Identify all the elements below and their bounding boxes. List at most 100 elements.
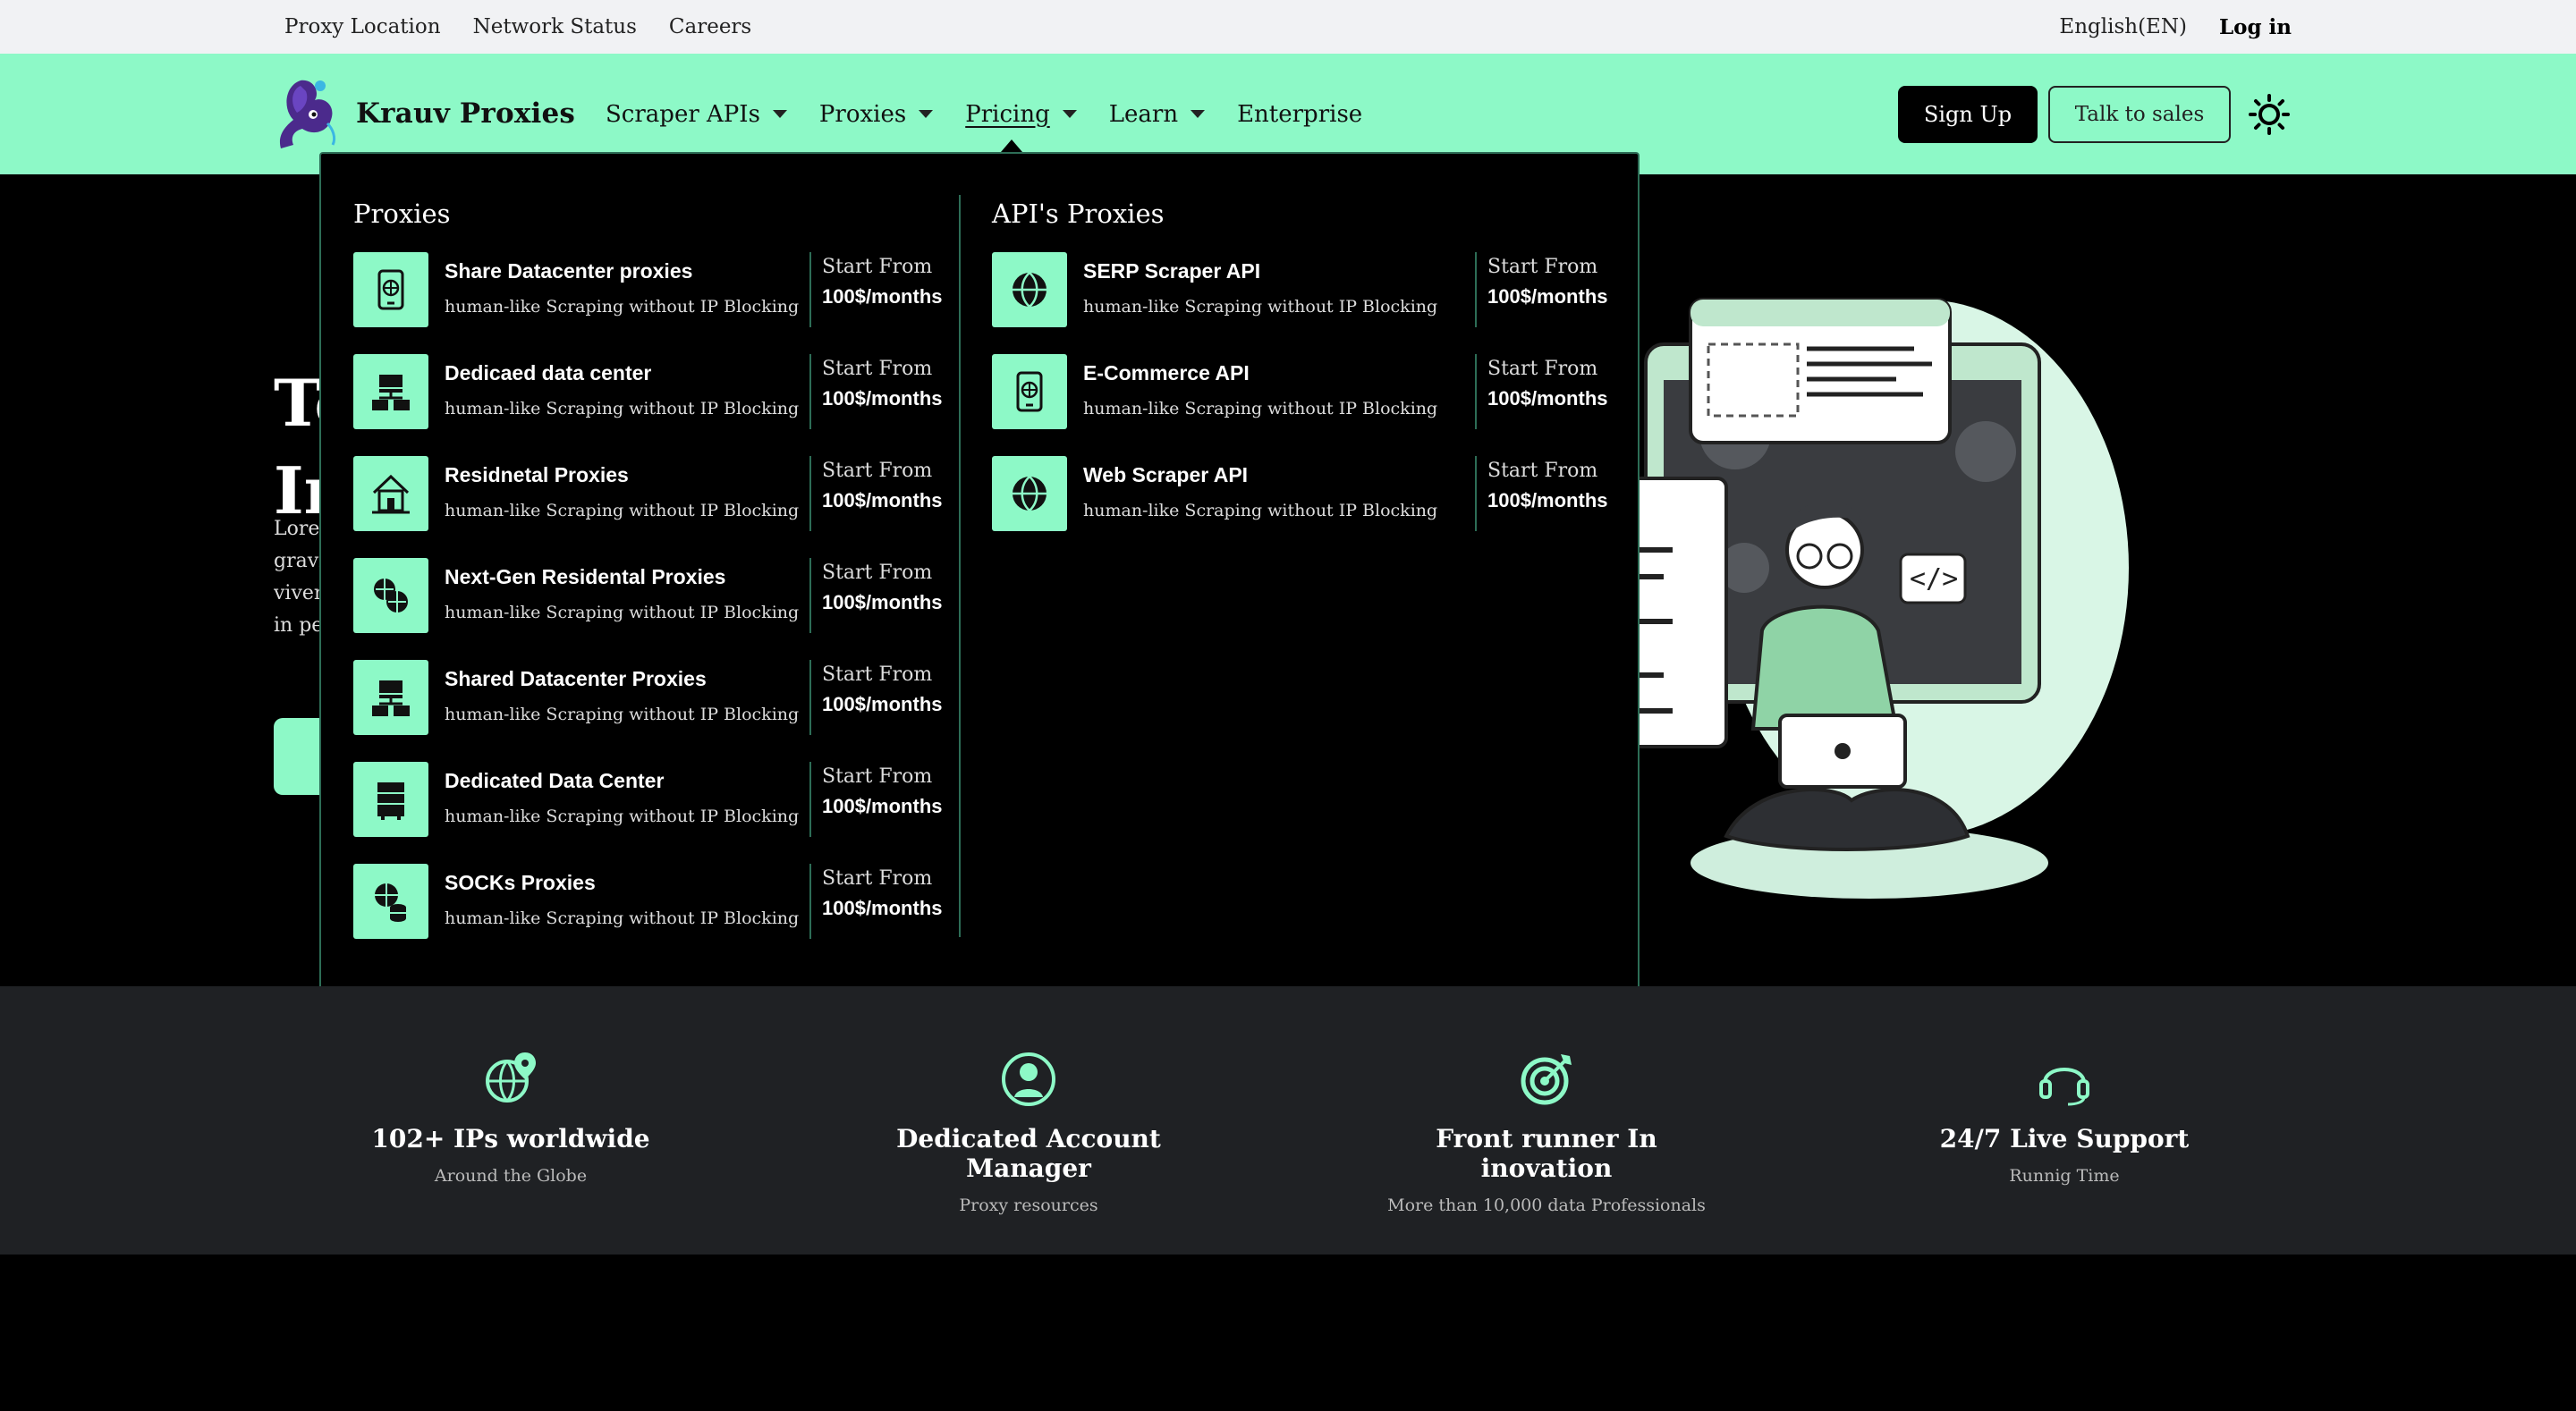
talk-to-sales-button[interactable]: Talk to sales — [2048, 86, 2231, 143]
caret-down-icon — [1191, 110, 1206, 118]
nav-label: Learn — [1108, 100, 1179, 128]
item-name: Share Datacenter proxies — [445, 259, 693, 283]
globe-database-icon — [353, 864, 428, 939]
price-value: 100$/months — [822, 795, 943, 817]
price-value: 100$/months — [1487, 285, 1608, 308]
menu-item-share-datacenter[interactable]: Share Datacenter proxies human-like Scra… — [353, 252, 970, 354]
nav-proxies[interactable]: Proxies — [818, 100, 934, 128]
nav-label: Proxies — [818, 100, 907, 128]
features-strip: 102+ IPs worldwide Around the Globe Dedi… — [0, 986, 2576, 1255]
nav-pricing[interactable]: Pricing — [965, 100, 1077, 152]
item-description: human-like Scraping without IP Blocking — [445, 705, 800, 724]
signup-button[interactable]: Sign Up — [1898, 86, 2038, 143]
item-name: Dedicated Data Center — [445, 769, 665, 792]
item-price: Start From 100$/months — [809, 354, 943, 429]
nav-label: Pricing — [965, 100, 1050, 128]
page-bottom — [0, 1255, 2576, 1411]
proxy-location-link[interactable]: Proxy Location — [284, 15, 441, 38]
item-price: Start From 100$/months — [809, 864, 943, 939]
menu-item-residnetal-proxies[interactable]: Residnetal Proxies human-like Scraping w… — [353, 456, 970, 558]
price-label: Start From — [1487, 256, 1598, 278]
feature-subtitle: More than 10,000 data Professionals — [1387, 1196, 1706, 1215]
item-name: Shared Datacenter Proxies — [445, 667, 707, 690]
phone-globe-icon — [992, 354, 1067, 429]
utility-bar: Proxy Location Network Status Careers En… — [0, 0, 2576, 54]
item-price: Start From 100$/months — [1475, 456, 1608, 531]
proxies-column: Proxies Share Datacenter proxies human-l… — [353, 199, 970, 966]
item-price: Start From 100$/months — [809, 252, 943, 327]
caret-down-icon — [772, 110, 787, 118]
item-price: Start From 100$/months — [809, 456, 943, 531]
price-value: 100$/months — [822, 693, 943, 715]
apis-heading: API's Proxies — [992, 199, 1165, 229]
price-label: Start From — [822, 562, 933, 584]
brand-name: Krauv Proxies — [356, 97, 576, 130]
price-value: 100$/months — [1487, 387, 1608, 410]
price-label: Start From — [822, 256, 933, 278]
nav-enterprise[interactable]: Enterprise — [1237, 101, 1362, 128]
item-price: Start From 100$/months — [1475, 252, 1608, 327]
menu-item-next-gen-residental[interactable]: Next-Gen Residental Proxies human-like S… — [353, 558, 970, 660]
globes-icon — [353, 558, 428, 633]
language-selector[interactable]: English(EN) — [2059, 15, 2187, 38]
logo[interactable]: Krauv Proxies — [274, 73, 575, 154]
logo-mascot-icon — [279, 80, 336, 148]
headset-icon — [2039, 1068, 2089, 1106]
item-description: human-like Scraping without IP Blocking — [445, 807, 800, 826]
price-value: 100$/months — [1487, 489, 1608, 511]
menu-item-shared-datacenter[interactable]: Shared Datacenter Proxies human-like Scr… — [353, 660, 970, 762]
feature-innovation: Front runner In inovation More than 10,0… — [1368, 986, 1725, 1215]
item-description: human-like Scraping without IP Blocking — [1083, 297, 1438, 317]
globe-pin-icon — [486, 1052, 536, 1103]
menu-item-dedicated-data-center[interactable]: Dedicated Data Center human-like Scrapin… — [353, 762, 970, 864]
item-name: Web Scraper API — [1083, 463, 1249, 486]
menu-item-dedicaed-data-center[interactable]: Dedicaed data center human-like Scraping… — [353, 354, 970, 456]
proxies-heading: Proxies — [353, 199, 451, 229]
price-label: Start From — [822, 358, 933, 380]
house-icon — [353, 456, 428, 531]
globe-icon — [992, 456, 1067, 531]
item-name: E-Commerce API — [1083, 361, 1250, 384]
item-description: human-like Scraping without IP Blocking — [445, 501, 800, 520]
menu-item-e-commerce-api[interactable]: E-Commerce API human-like Scraping witho… — [992, 354, 1609, 456]
item-description: human-like Scraping without IP Blocking — [445, 297, 800, 317]
server-network-icon — [353, 354, 428, 429]
caret-down-icon — [1062, 110, 1077, 118]
feature-subtitle: Runnig Time — [2009, 1166, 2120, 1186]
target-icon — [1521, 1054, 1572, 1105]
pricing-mega-menu: Proxies Share Datacenter proxies human-l… — [319, 152, 1640, 993]
item-description: human-like Scraping without IP Blocking — [445, 603, 800, 622]
nav-scraper-apis[interactable]: Scraper APIs — [606, 101, 787, 128]
price-value: 100$/months — [822, 489, 943, 511]
careers-link[interactable]: Careers — [669, 15, 751, 38]
item-name: SERP Scraper API — [1083, 259, 1261, 283]
network-status-link[interactable]: Network Status — [473, 15, 637, 38]
item-price: Start From 100$/months — [809, 558, 943, 633]
price-label: Start From — [822, 460, 933, 482]
item-name: SOCKs Proxies — [445, 871, 596, 894]
developer-illustration: </> — [1628, 298, 2129, 899]
price-label: Start From — [1487, 358, 1598, 380]
item-name: Dedicaed data center — [445, 361, 652, 384]
menu-item-socks-proxies[interactable]: SOCKs Proxies human-like Scraping withou… — [353, 864, 970, 966]
item-description: human-like Scraping without IP Blocking — [445, 908, 800, 928]
svg-text:</>: </> — [1910, 563, 1958, 595]
item-price: Start From 100$/months — [809, 762, 943, 837]
item-name: Residnetal Proxies — [445, 463, 629, 486]
menu-item-web-scraper-api[interactable]: Web Scraper API human-like Scraping with… — [992, 456, 1609, 558]
sun-icon[interactable] — [2247, 92, 2292, 137]
price-label: Start From — [822, 663, 933, 686]
price-value: 100$/months — [822, 591, 943, 613]
nav-label: Enterprise — [1237, 100, 1363, 128]
feature-account-manager: Dedicated Account Manager Proxy resource… — [850, 986, 1208, 1215]
server-network-icon — [353, 660, 428, 735]
header-actions: Sign Up Talk to sales — [1898, 86, 2292, 143]
item-price: Start From 100$/months — [809, 660, 943, 735]
menu-item-serp-scraper-api[interactable]: SERP Scraper API human-like Scraping wit… — [992, 252, 1609, 354]
feature-title: Front runner In inovation — [1436, 1124, 1657, 1183]
nav-learn[interactable]: Learn — [1108, 100, 1206, 128]
user-icon — [1002, 1052, 1055, 1106]
globe-icon — [992, 252, 1067, 327]
login-link[interactable]: Log in — [2219, 15, 2292, 39]
item-description: human-like Scraping without IP Blocking — [1083, 399, 1438, 418]
